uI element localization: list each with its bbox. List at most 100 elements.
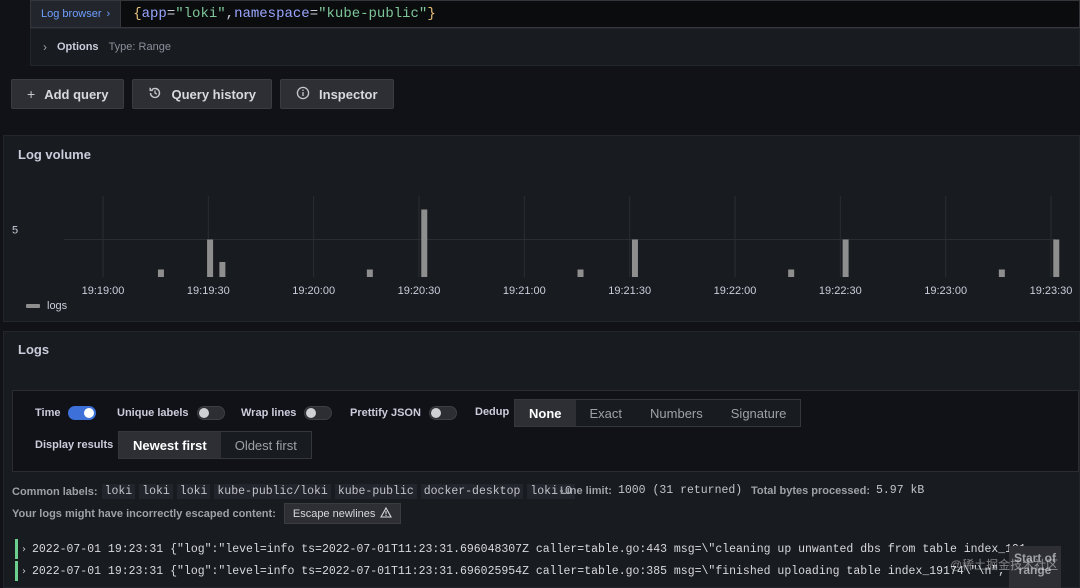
volume-bar	[219, 262, 226, 277]
query-token: namespace	[234, 6, 310, 22]
common-label-chip: kube-public/loki	[214, 484, 331, 499]
log-message: {"log":"level=info ts=2022-07-01T11:23:3…	[170, 542, 1025, 556]
switch-knob	[198, 408, 209, 418]
line-limit-label: Line limit:	[560, 484, 612, 497]
info-icon	[296, 86, 310, 103]
chevron-right-icon: ›	[106, 8, 111, 20]
common-label-chip: loki	[139, 484, 173, 499]
time-switch[interactable]	[68, 406, 97, 420]
prettify-json-switch[interactable]	[428, 406, 457, 420]
options-label: Options	[57, 41, 99, 53]
unique-labels-toggle[interactable]: Unique labels	[117, 406, 225, 420]
query-options-row[interactable]: › Options Type: Range	[30, 28, 1080, 66]
x-tick-label: 19:22:00	[714, 285, 757, 297]
log-timestamp: 2022-07-01 19:23:31	[32, 542, 164, 556]
inspector-button[interactable]: Inspector	[280, 79, 394, 109]
switch-knob	[430, 408, 441, 418]
volume-bar	[157, 269, 164, 277]
dedup-option[interactable]: Exact	[576, 400, 637, 426]
warning-icon	[380, 506, 393, 521]
common-label-chip: loki	[176, 484, 211, 499]
query-token: =	[309, 6, 319, 22]
time-toggle[interactable]: Time	[35, 406, 97, 420]
time-label: Time	[35, 407, 61, 419]
switch-knob	[306, 408, 317, 418]
dedup-option[interactable]: None	[515, 400, 576, 426]
sort-order-selector[interactable]: Newest first Oldest first	[118, 431, 312, 459]
prettify-json-toggle[interactable]: Prettify JSON	[350, 406, 457, 420]
display-results-label-wrap: Display results	[35, 439, 113, 451]
legend-label: logs	[47, 300, 68, 312]
x-tick-label: 19:21:00	[503, 285, 546, 297]
dedup-option[interactable]: Signature	[717, 400, 801, 426]
chevron-right-icon[interactable]: ›	[22, 544, 26, 555]
wrap-lines-label: Wrap lines	[241, 407, 297, 419]
x-tick-label: 19:20:00	[292, 285, 335, 297]
common-label-chip: kube-public	[334, 484, 417, 499]
log-timestamp: 2022-07-01 19:23:31	[32, 564, 164, 578]
unique-labels-switch[interactable]	[196, 406, 225, 420]
unique-labels-label: Unique labels	[117, 407, 189, 419]
volume-bar	[366, 269, 373, 277]
x-tick-label: 19:19:00	[82, 285, 125, 297]
order-option[interactable]: Oldest first	[221, 432, 311, 458]
escape-newlines-label: Escape newlines	[292, 507, 376, 520]
common-label-chip: loki	[101, 484, 136, 499]
common-labels-row: Common labels: loki loki loki kube-public/l…	[12, 484, 575, 499]
chevron-right-icon[interactable]: ›	[22, 566, 26, 577]
logs-controls: Time Unique labels Wrap lines Prettify J…	[12, 390, 1079, 472]
escape-newlines-button[interactable]: Escape newlines	[283, 503, 402, 524]
dedup-option[interactable]: Numbers	[636, 400, 717, 426]
display-results-label: Display results	[35, 439, 114, 451]
dedup-label-wrap: Dedup	[475, 406, 509, 418]
escape-warning-row: Your logs might have incorrectly escaped…	[12, 503, 402, 524]
chevron-right-icon: ›	[43, 40, 47, 54]
query-history-button[interactable]: Query history	[132, 79, 273, 109]
line-limit-row: Line limit: 1000 (31 returned)	[560, 484, 742, 497]
query-token: "kube-public"	[318, 6, 428, 22]
volume-bar	[631, 239, 638, 277]
prettify-json-label: Prettify JSON	[350, 407, 421, 419]
query-row: Log browser › {app = "loki", namespace = "kub…	[30, 0, 1080, 28]
log-volume-chart: 19:19:00 19:19:30 19:20:00 19:20:30 19:21:00…	[12, 196, 1073, 297]
log-message: {"log":"level=info ts=2022-07-01T11:23:3…	[170, 564, 1025, 578]
query-toolbar: + Add query Query history Inspector	[11, 79, 394, 109]
volume-bar	[1053, 239, 1060, 277]
chart-legend[interactable]: logs	[26, 300, 67, 312]
watermark: @稀土掘金技术社区	[950, 558, 1059, 572]
dedup-selector[interactable]: None Exact Numbers Signature	[514, 399, 802, 427]
escape-warning-text: Your logs might have incorrectly escaped…	[12, 507, 276, 520]
volume-bar	[842, 239, 849, 277]
line-limit-value: 1000 (31 returned)	[617, 484, 743, 497]
x-tick-label: 19:23:30	[1030, 285, 1073, 297]
log-browser-button[interactable]: Log browser ›	[30, 0, 122, 28]
bytes-processed-value: 5.97 kB	[876, 484, 925, 497]
order-option[interactable]: Newest first	[119, 432, 221, 458]
query-input[interactable]: {app = "loki", namespace = "kube-public"}	[121, 0, 1080, 28]
y-tick-label: 5	[12, 225, 18, 237]
wrap-lines-switch[interactable]	[304, 406, 333, 420]
plus-icon: +	[27, 86, 36, 102]
dedup-label: Dedup	[475, 406, 510, 418]
x-tick-label: 19:22:30	[819, 285, 862, 297]
logs-panel: Logs Time Unique labels Wrap lines Prett…	[3, 331, 1080, 588]
wrap-lines-toggle[interactable]: Wrap lines	[241, 406, 333, 420]
bytes-processed-row: Total bytes processed: 5.97 kB	[751, 484, 924, 497]
query-token: app	[141, 6, 167, 22]
query-token: "loki"	[175, 6, 226, 22]
volume-bar	[788, 269, 795, 277]
legend-swatch	[26, 304, 40, 308]
log-row[interactable]: › 2022-07-01 19:23:31 {"log":"level=info t…	[15, 561, 1025, 581]
volume-bar	[998, 269, 1005, 277]
x-tick-label: 19:23:00	[924, 285, 967, 297]
add-query-button[interactable]: + Add query	[11, 79, 125, 109]
common-label-chip: docker-desktop	[420, 484, 524, 499]
query-token: {	[133, 6, 142, 22]
common-labels-label: Common labels:	[12, 485, 98, 498]
x-tick-label: 19:21:30	[608, 285, 651, 297]
log-row[interactable]: › 2022-07-01 19:23:31 {"log":"level=info t…	[15, 539, 1025, 559]
volume-bar	[421, 209, 428, 277]
bytes-processed-label: Total bytes processed:	[751, 484, 870, 497]
query-history-label: Query history	[171, 86, 257, 102]
inspector-label: Inspector	[319, 86, 378, 102]
